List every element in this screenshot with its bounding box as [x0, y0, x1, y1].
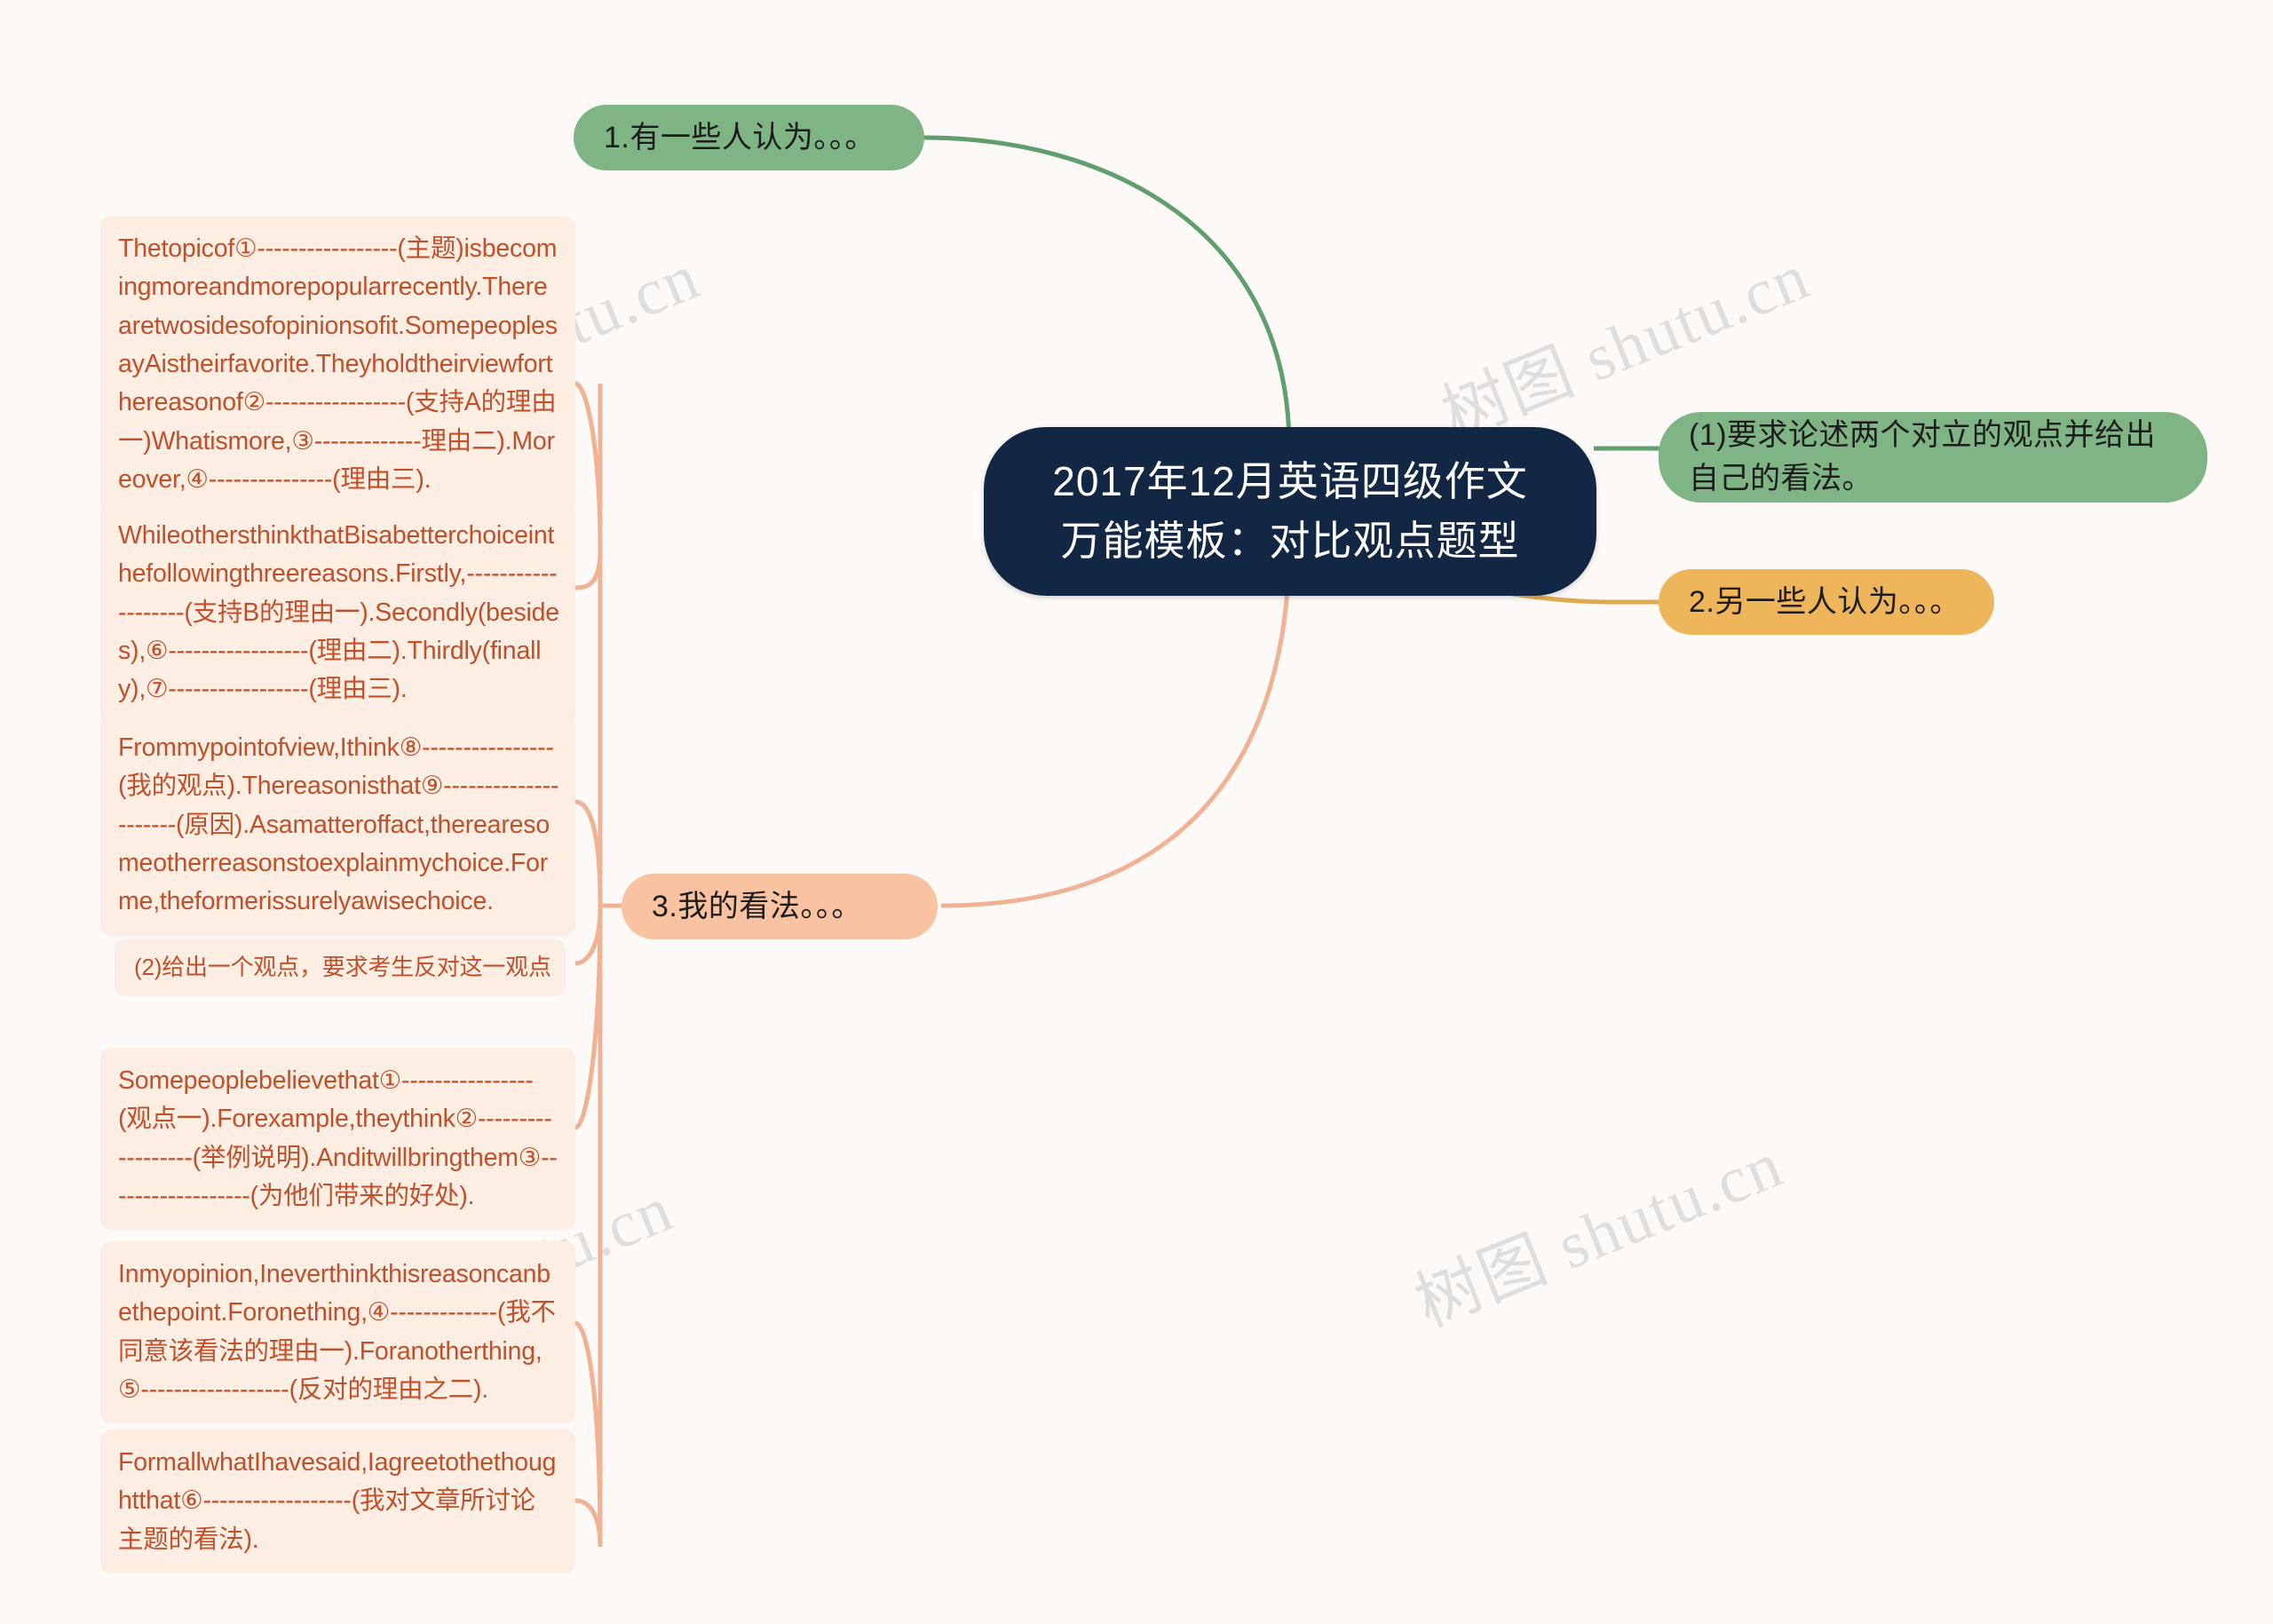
leaf-node[interactable]: Frommypointofview,Ithink⑧---------------… [100, 715, 575, 936]
leaf-node-text: Frommypointofview,Ithink⑧---------------… [100, 715, 575, 936]
leaf-node-text: Somepeoplebelievethat①----------------(观… [100, 1048, 575, 1231]
wire-leaf-4 [574, 905, 603, 966]
leaf-node[interactable]: WhileothersthinkthatBisabetterchoiceinth… [100, 503, 575, 724]
leaf-node[interactable]: (2)给出一个观点，要求考生反对这一观点 [115, 939, 575, 996]
leaf-node-text: Thetopicof①-----------------(主题)isbecomi… [100, 216, 575, 514]
wire-branch4 [940, 541, 1292, 908]
wire-leaf-1 [574, 381, 603, 551]
leaf-node[interactable]: Thetopicof①-----------------(主题)isbecomi… [100, 216, 575, 514]
branch-node-1[interactable]: 1.有一些人认为。。。 [574, 105, 924, 170]
branch-node-2-label: (1)要求论述两个对立的观点并给出 自己的看法。 [1689, 418, 2157, 495]
branch-node-2[interactable]: (1)要求论述两个对立的观点并给出 自己的看法。 [1659, 412, 2207, 503]
wire-leaf-6 [574, 1320, 603, 1548]
central-topic-node[interactable]: 2017年12月英语四级作文 万能模板：对比观点题型 [984, 427, 1596, 596]
leaf-node-text: (2)给出一个观点，要求考生反对这一观点 [115, 939, 566, 996]
wire-leaf-2 [574, 550, 603, 590]
branch-node-4[interactable]: 3.我的看法。。。 [622, 874, 938, 939]
wire-leaf-3 [574, 799, 603, 907]
leaf-node[interactable]: FormallwhatIhavesaid,Iagreetothethoughtt… [100, 1430, 575, 1573]
leaf-node-text: WhileothersthinkthatBisabetterchoiceinth… [100, 503, 575, 724]
branch-node-3[interactable]: 2.另一些人认为。。。 [1659, 569, 1994, 635]
leaf-node[interactable]: Somepeoplebelievethat①----------------(观… [100, 1048, 575, 1231]
wire-leaf-7 [574, 1498, 603, 1548]
leaf-node-text: Inmyopinion,Ineverthinkthisreasoncanbeth… [100, 1241, 575, 1424]
wire-branch1 [923, 135, 1292, 445]
branch-node-4-label: 3.我的看法。。。 [652, 889, 862, 923]
leaf-node-text: FormallwhatIhavesaid,Iagreetothethoughtt… [100, 1430, 575, 1573]
branch-node-3-label: 2.另一些人认为。。。 [1689, 584, 1960, 619]
mindmap-canvas: 树图 shutu.cn 树图 shutu.cn 树图 shutu.cn 树图 s… [0, 0, 2273, 1624]
branch-node-1-label: 1.有一些人认为。。。 [604, 120, 875, 154]
leaf-node[interactable]: Inmyopinion,Ineverthinkthisreasoncanbeth… [100, 1241, 575, 1424]
